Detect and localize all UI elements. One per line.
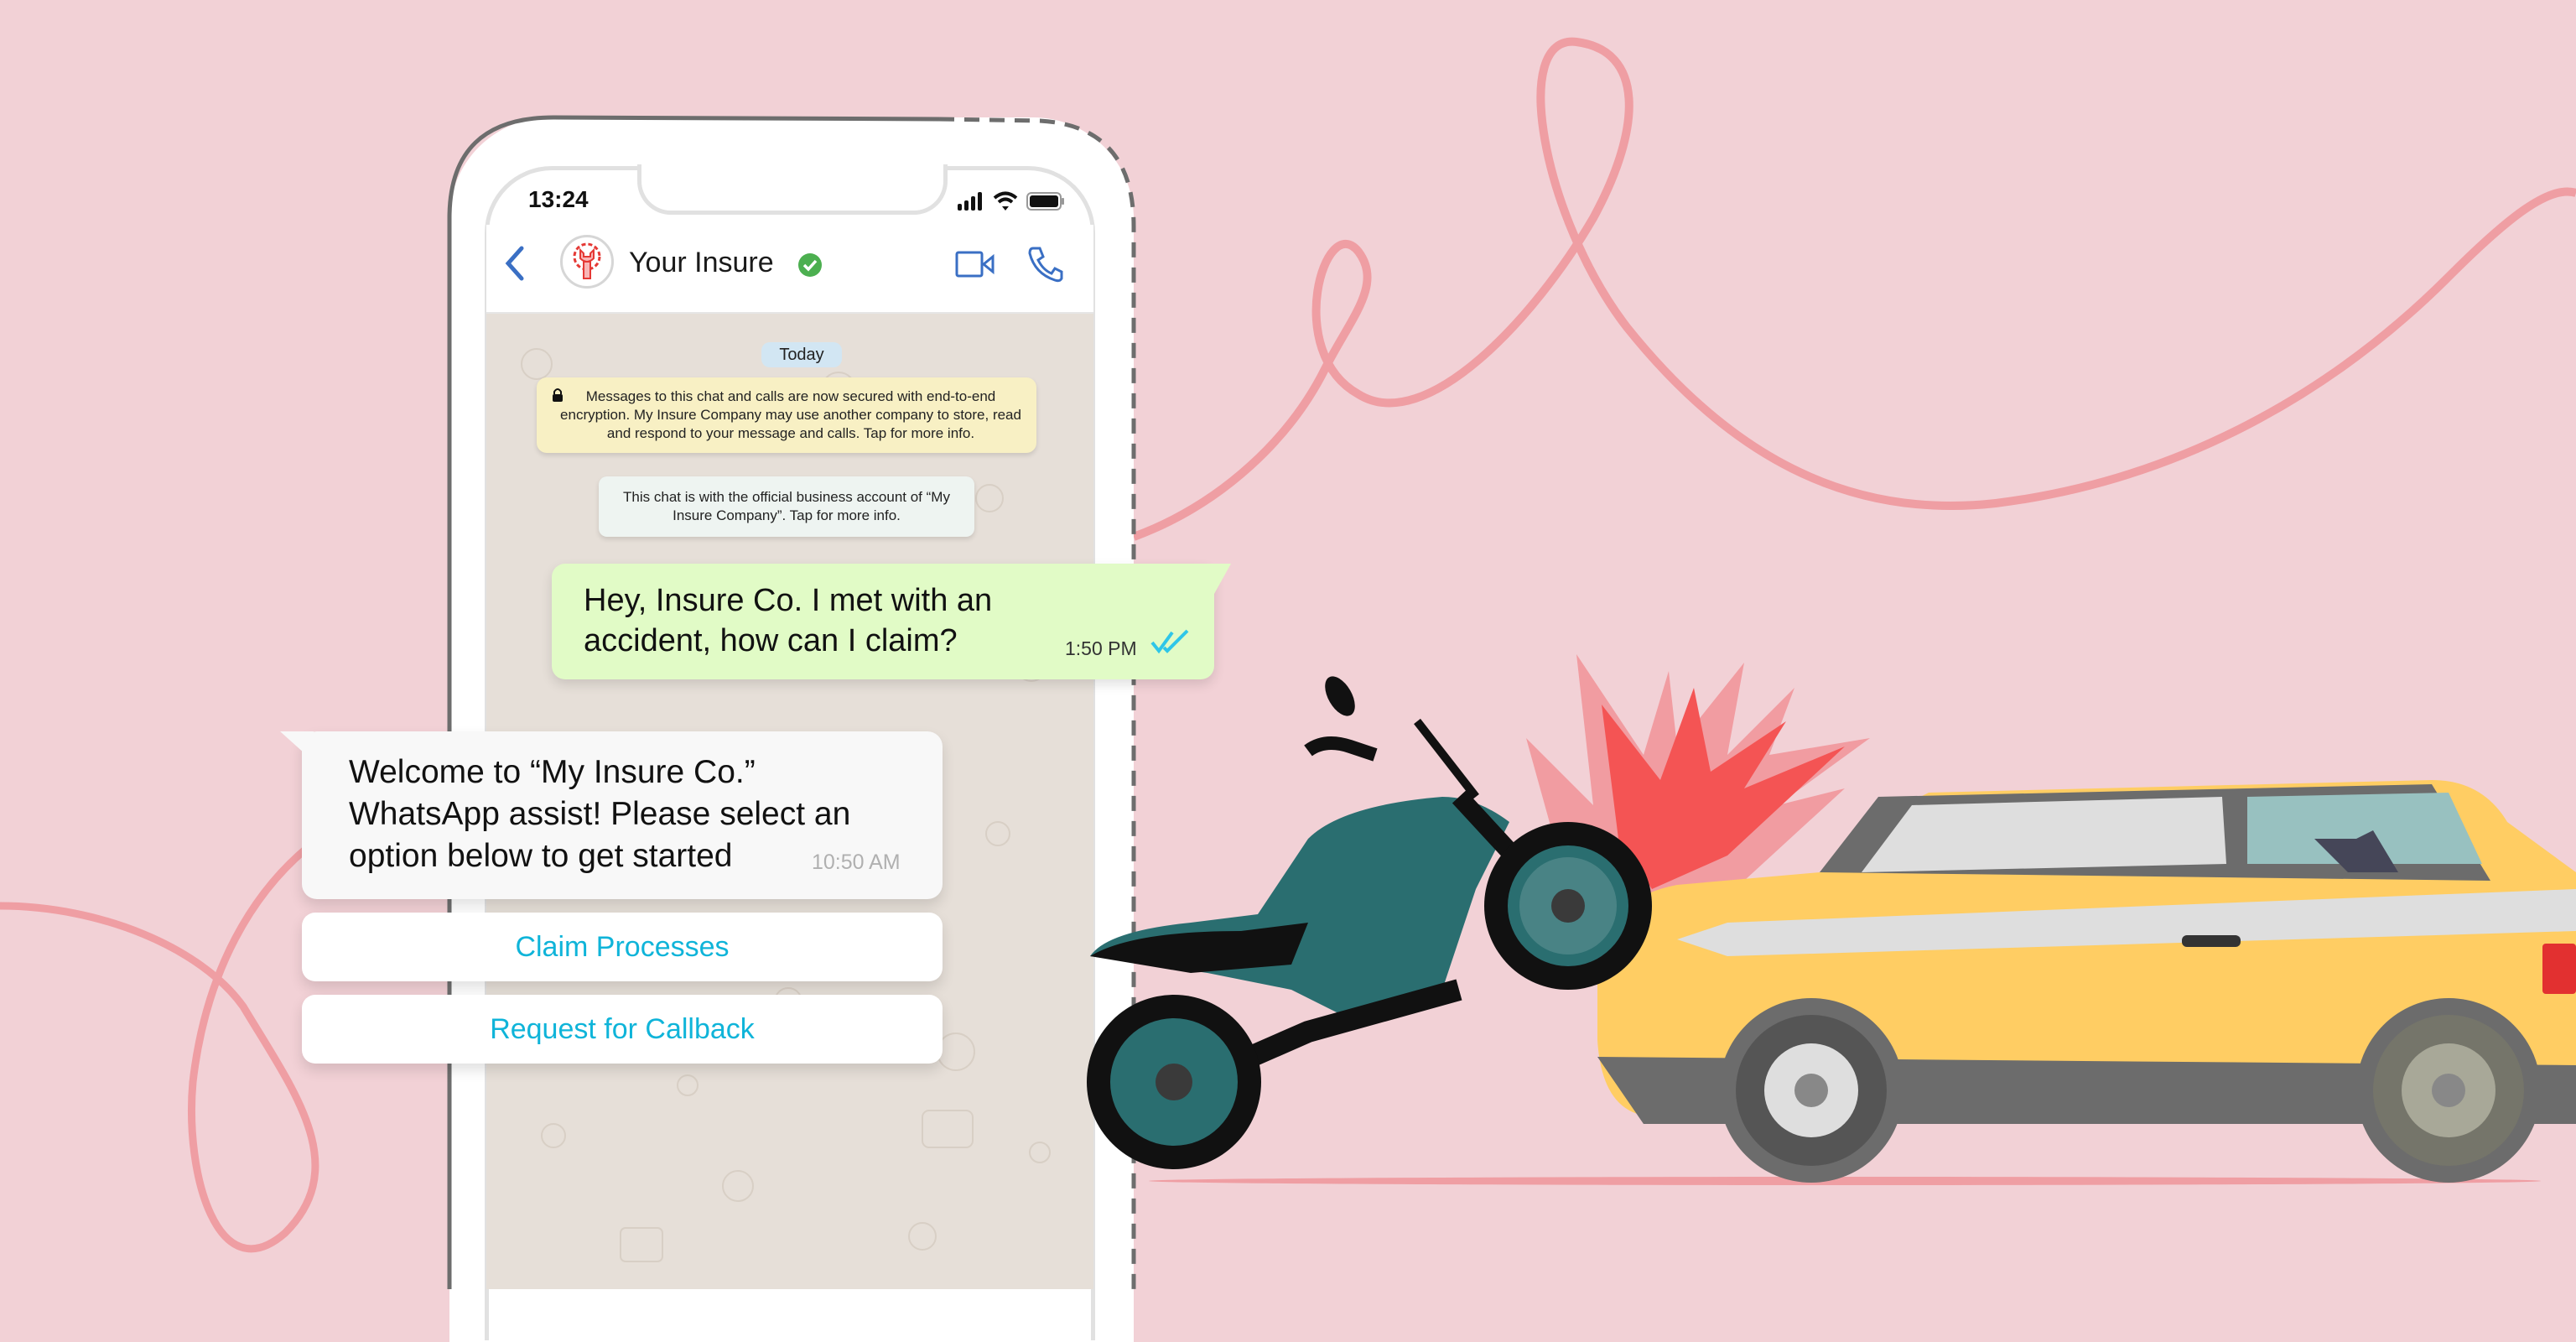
request-callback-button[interactable]: Request for Callback xyxy=(302,995,943,1064)
claim-processes-button[interactable]: Claim Processes xyxy=(302,913,943,981)
outgoing-message-text: Hey, Insure Co. I met with an accident, … xyxy=(584,583,993,658)
gear-wrench-icon xyxy=(573,242,601,279)
incoming-message-time: 10:50 AM xyxy=(812,850,901,874)
voice-call-icon[interactable] xyxy=(1026,245,1063,283)
status-time: 13:24 xyxy=(528,186,589,212)
lock-icon xyxy=(553,388,563,402)
encryption-notice-text: Messages to this chat and calls are now … xyxy=(560,388,1021,441)
decorative-thread xyxy=(0,37,2576,1253)
status-icons xyxy=(958,191,1065,211)
back-chevron-icon[interactable] xyxy=(503,245,528,282)
date-chip: Today xyxy=(761,342,842,367)
video-call-icon[interactable] xyxy=(954,250,996,278)
outgoing-message-time: 1:50 PM xyxy=(1065,637,1137,659)
battery-icon xyxy=(1026,192,1064,211)
business-account-notice[interactable]: This chat is with the official business … xyxy=(599,476,974,537)
bubble-tail xyxy=(1191,564,1231,594)
wifi-icon xyxy=(993,191,1018,211)
signal-icon xyxy=(958,192,982,211)
contact-name[interactable]: Your Insure xyxy=(629,247,774,279)
phone-notch xyxy=(637,164,948,215)
bubble-tail xyxy=(280,731,314,762)
verified-badge-icon xyxy=(798,253,822,277)
business-notice-text: This chat is with the official business … xyxy=(623,489,950,523)
avatar[interactable] xyxy=(560,235,614,289)
read-receipt-icon xyxy=(1150,629,1189,654)
encryption-notice[interactable]: Messages to this chat and calls are now … xyxy=(537,377,1036,453)
